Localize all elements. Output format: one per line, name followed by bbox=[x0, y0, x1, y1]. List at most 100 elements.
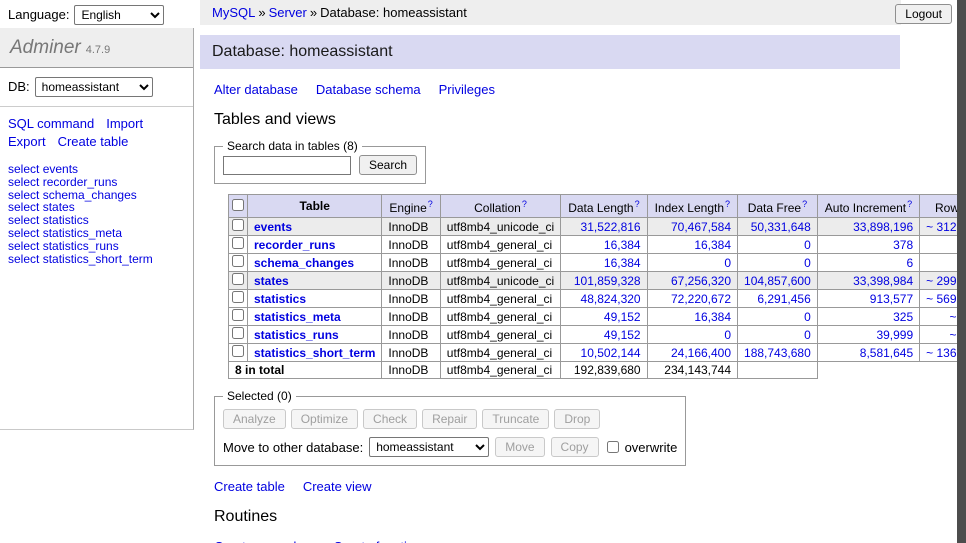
auto-increment-link[interactable]: 325 bbox=[893, 310, 913, 324]
index-length-link[interactable]: 24,166,400 bbox=[671, 346, 731, 360]
export-link[interactable]: Export bbox=[8, 134, 46, 149]
data-free-link[interactable]: 104,857,600 bbox=[744, 274, 811, 288]
create-view-link[interactable]: Create view bbox=[303, 479, 372, 494]
check-button[interactable]: Check bbox=[363, 409, 417, 429]
adminer-logo[interactable]: Adminer bbox=[10, 37, 81, 58]
create-procedure-link[interactable]: Create procedure bbox=[214, 539, 315, 543]
auto-increment-cell: 378 bbox=[817, 236, 919, 254]
breadcrumb-server-link[interactable]: Server bbox=[269, 5, 307, 20]
auto-increment-link[interactable]: 913,577 bbox=[870, 292, 913, 306]
total-data-length-cell: 192,839,680 bbox=[561, 362, 647, 379]
alter-database-link[interactable]: Alter database bbox=[214, 82, 298, 97]
table-name-cell: events bbox=[248, 218, 382, 236]
index-length-link[interactable]: 70,467,584 bbox=[671, 220, 731, 234]
scrollbar-thumb[interactable] bbox=[957, 0, 966, 543]
table-link-statistics-short-term[interactable]: statistics_short_term bbox=[254, 346, 375, 360]
index-length-link[interactable]: 67,256,320 bbox=[671, 274, 731, 288]
row-checkbox[interactable] bbox=[232, 345, 244, 357]
row-checkbox[interactable] bbox=[232, 309, 244, 321]
auto-increment-link[interactable]: 33,898,196 bbox=[853, 220, 913, 234]
table-link-events[interactable]: events bbox=[254, 220, 292, 234]
move-db-select[interactable]: homeassistant bbox=[369, 437, 489, 457]
help-link[interactable]: ? bbox=[907, 199, 912, 209]
search-input[interactable] bbox=[223, 156, 351, 175]
auto-increment-link[interactable]: 39,999 bbox=[876, 328, 913, 342]
select-all-cell bbox=[229, 195, 248, 218]
privileges-link[interactable]: Privileges bbox=[439, 82, 495, 97]
move-button[interactable]: Move bbox=[495, 437, 544, 457]
copy-button[interactable]: Copy bbox=[551, 437, 599, 457]
auto-increment-link[interactable]: 8,581,645 bbox=[860, 346, 913, 360]
data-free-link[interactable]: 0 bbox=[804, 256, 811, 270]
table-link-states[interactable]: states bbox=[254, 274, 289, 288]
sidebar: Adminer4.7.9 DB:homeassistant SQL comman… bbox=[0, 28, 194, 430]
index-length-link[interactable]: 16,384 bbox=[694, 310, 731, 324]
help-link[interactable]: ? bbox=[725, 199, 730, 209]
data-length-link[interactable]: 16,384 bbox=[604, 256, 641, 270]
data-length-link[interactable]: 10,502,144 bbox=[581, 346, 641, 360]
table-link-recorder-runs[interactable]: recorder_runs bbox=[254, 238, 335, 252]
sidebar-tables-list: select eventsselect recorder_runsselect … bbox=[0, 154, 193, 274]
index-length-link[interactable]: 0 bbox=[724, 328, 731, 342]
index-length-link[interactable]: 16,384 bbox=[694, 238, 731, 252]
auto-increment-link[interactable]: 33,398,984 bbox=[853, 274, 913, 288]
index-length-link[interactable]: 0 bbox=[724, 256, 731, 270]
select-statistics-short-term-link[interactable]: select bbox=[8, 252, 39, 266]
data-free-link[interactable]: 0 bbox=[804, 238, 811, 252]
analyze-button[interactable]: Analyze bbox=[223, 409, 286, 429]
sql-command-link[interactable]: SQL command bbox=[8, 116, 94, 131]
database-schema-link[interactable]: Database schema bbox=[316, 82, 421, 97]
language-select[interactable]: English bbox=[74, 5, 164, 25]
data-length-link[interactable]: 101,859,328 bbox=[574, 274, 641, 288]
table-link-statistics[interactable]: statistics bbox=[254, 292, 306, 306]
row-checkbox[interactable] bbox=[232, 273, 244, 285]
data-length-link[interactable]: 49,152 bbox=[604, 328, 641, 342]
import-link[interactable]: Import bbox=[106, 116, 143, 131]
help-link[interactable]: ? bbox=[635, 199, 640, 209]
row-checkbox[interactable] bbox=[232, 219, 244, 231]
select-all-checkbox[interactable] bbox=[232, 199, 244, 211]
overwrite-checkbox[interactable] bbox=[607, 441, 619, 453]
table-row-schema-changes: schema_changesInnoDButf8mb4_general_ci16… bbox=[229, 254, 966, 272]
row-checkbox[interactable] bbox=[232, 291, 244, 303]
optimize-button[interactable]: Optimize bbox=[291, 409, 358, 429]
logout-button[interactable]: Logout bbox=[895, 4, 952, 24]
help-link[interactable]: ? bbox=[522, 199, 527, 209]
data-length-link[interactable]: 16,384 bbox=[604, 238, 641, 252]
data-free-link[interactable]: 188,743,680 bbox=[744, 346, 811, 360]
drop-button[interactable]: Drop bbox=[554, 409, 600, 429]
help-link[interactable]: ? bbox=[802, 199, 807, 209]
data-free-link[interactable]: 0 bbox=[804, 328, 811, 342]
index-length-link[interactable]: 72,220,672 bbox=[671, 292, 731, 306]
row-checkbox[interactable] bbox=[232, 327, 244, 339]
scrollbar[interactable] bbox=[957, 0, 966, 543]
db-select[interactable]: homeassistant bbox=[35, 77, 153, 97]
search-button[interactable]: Search bbox=[359, 155, 417, 175]
data-length-link[interactable]: 31,522,816 bbox=[581, 220, 641, 234]
data-length-link[interactable]: 48,824,320 bbox=[581, 292, 641, 306]
help-link[interactable]: ? bbox=[428, 199, 433, 209]
create-table-link[interactable]: Create table bbox=[214, 479, 285, 494]
create-table-sidebar-link[interactable]: Create table bbox=[58, 134, 129, 149]
data-free-link[interactable]: 6,291,456 bbox=[757, 292, 810, 306]
repair-button[interactable]: Repair bbox=[422, 409, 477, 429]
table-link-statistics-runs[interactable]: statistics_runs bbox=[254, 328, 339, 342]
collation-cell: utf8mb4_unicode_ci bbox=[440, 218, 560, 236]
row-checkbox[interactable] bbox=[232, 255, 244, 267]
total-row: 8 in totalInnoDButf8mb4_general_ci192,83… bbox=[229, 362, 966, 379]
table-statistics-short-term-link[interactable]: statistics_short_term bbox=[43, 252, 153, 266]
tables-views-heading: Tables and views bbox=[214, 111, 957, 129]
data-free-link[interactable]: 50,331,648 bbox=[751, 220, 811, 234]
column-header-collation: Collation? bbox=[440, 195, 560, 218]
table-link-statistics-meta[interactable]: statistics_meta bbox=[254, 310, 341, 324]
data-free-link[interactable]: 0 bbox=[804, 310, 811, 324]
collation-cell: utf8mb4_unicode_ci bbox=[440, 272, 560, 290]
data-length-link[interactable]: 49,152 bbox=[604, 310, 641, 324]
table-link-schema-changes[interactable]: schema_changes bbox=[254, 256, 354, 270]
auto-increment-link[interactable]: 6 bbox=[906, 256, 913, 270]
auto-increment-link[interactable]: 378 bbox=[893, 238, 913, 252]
create-function-link[interactable]: Create function bbox=[333, 539, 421, 543]
truncate-button[interactable]: Truncate bbox=[482, 409, 549, 429]
breadcrumb-mysql-link[interactable]: MySQL bbox=[212, 5, 255, 20]
row-checkbox[interactable] bbox=[232, 237, 244, 249]
